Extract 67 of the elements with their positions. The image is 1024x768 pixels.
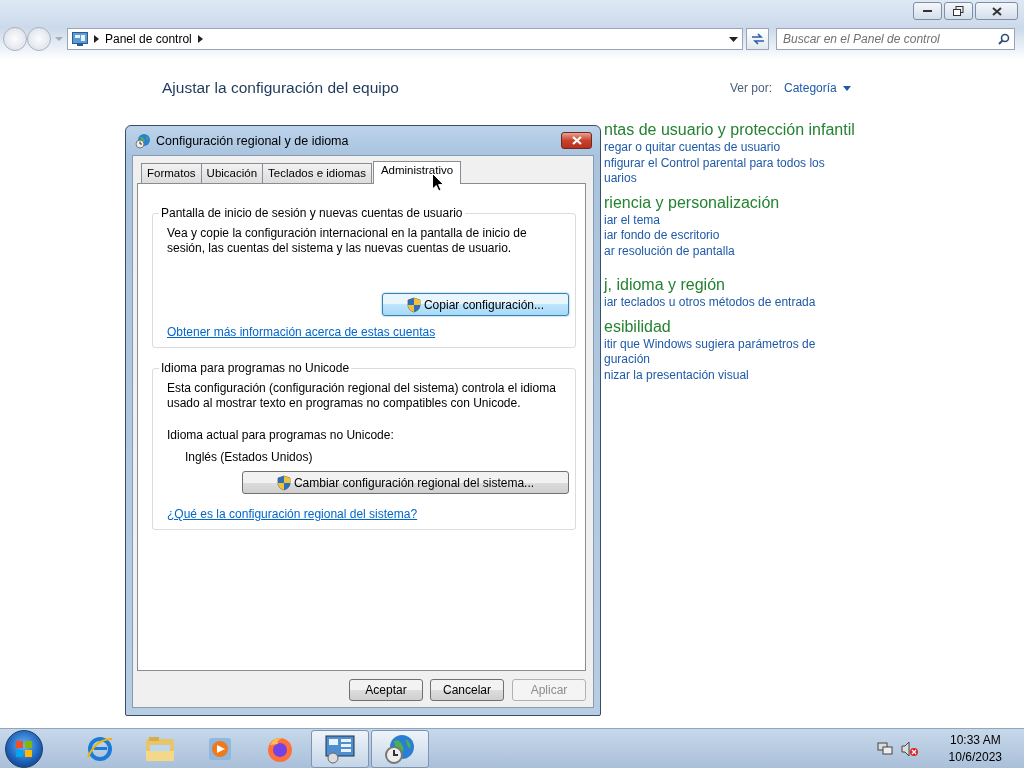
category-title[interactable]: esibilidad [604,316,1024,337]
category-link[interactable]: ar resolución de pantalla [604,243,735,259]
tab[interactable]: Formatos [141,163,202,183]
description: Esta configuración (configuración regional del sistema) controla el idioma usado al mostrar texto en programas no compatibles con Unicode. [167,381,556,411]
shield-icon [406,296,421,313]
windows-logo-icon [15,739,33,758]
start-button[interactable] [5,729,43,768]
category-title[interactable]: j, idioma y región [604,275,1024,295]
dropdown-arrow-icon [842,85,851,91]
close-button[interactable] [975,2,1018,20]
tab[interactable]: Teclados e idiomas [262,163,372,183]
network-icon[interactable] [876,741,893,756]
minimize-button[interactable] [913,2,942,20]
dropdown-arrow-icon[interactable] [729,36,738,42]
category-link[interactable]: iar teclados u otros métodos de entrada [604,295,816,311]
description: Vea y copie la configuración internacional en la pantalla de inicio de sesión, las cuentas del sistema y las nuevas cuentas de usuario. [167,226,527,256]
tab[interactable]: Ubicación [200,163,264,183]
browser-icon [86,734,114,763]
clock-date: 10/6/2023 [948,748,1002,766]
help-link[interactable]: Obtener más información acerca de estas cuentas [167,325,436,339]
dialog-title: Configuración regional y de idioma [156,133,350,148]
minimize-icon [922,9,933,13]
media-player-icon [207,735,233,762]
category-title[interactable]: riencia y personalización [604,192,1024,213]
chevron-right-icon [197,35,203,43]
close-icon [991,6,1002,16]
taskbar-button[interactable] [311,729,369,768]
view-by-label: Ver por: [730,81,773,95]
globe-clock-icon [384,732,416,765]
folder-icon [145,734,175,763]
close-button[interactable] [561,132,592,149]
page-heading: Ajustar la configuración del equipo [162,79,400,97]
category-title[interactable]: ntas de usuario y protección infantil [604,120,1024,140]
muted-speaker-icon[interactable] [900,740,919,757]
refresh-button[interactable] [746,28,769,50]
tab[interactable]: Administrativo [372,161,462,184]
category-link[interactable]: nfigurar el Control parental para todos los uarios [604,155,825,187]
restore-button[interactable] [944,2,973,20]
clock[interactable]: 10:33 AM 10/6/2023 [948,731,1002,766]
category-link[interactable]: iar el tema [604,212,661,228]
field-value: Inglés (Estados Unidos) [185,450,313,464]
help-link[interactable]: ¿Qué es la configuración regional del sistema? [167,507,418,521]
shield-icon [276,474,291,491]
control-panel-icon [72,32,88,46]
restore-icon [953,6,964,16]
breadcrumb[interactable]: Panel de control [105,32,192,46]
dialog-button[interactable]: Cancelar [430,679,504,701]
taskbar-button[interactable] [371,729,429,768]
control-panel-icon [324,733,356,764]
view-by-dropdown[interactable]: Categoría [784,81,851,95]
search-icon [998,33,1010,45]
close-icon [571,136,582,145]
field-label: Idioma actual para programas no Unicode: [167,428,394,442]
clock-time: 10:33 AM [949,731,1001,749]
chevron-right-icon [94,35,99,43]
action-button[interactable]: Copiar configuración... [382,293,569,316]
refresh-icon [750,33,765,45]
dialog-button[interactable]: Aceptar [349,679,423,701]
category-link[interactable]: nizar la presentación visual [604,367,749,383]
address-bar[interactable]: Panel de control [67,28,743,50]
category-link[interactable]: iar fondo de escritorio [604,228,720,244]
group-title: Pantalla de inicio de sesión y nuevas cuentas de usuario [160,206,464,220]
action-button[interactable]: Cambiar configuración regional del sistema... [242,471,569,494]
group-title: Idioma para programas no Unicode [160,361,351,375]
globe-icon [135,132,151,149]
category-link[interactable]: regar o quitar cuentas de usuario [604,140,781,156]
search-field[interactable]: Buscar en el Panel de control [776,28,1015,50]
